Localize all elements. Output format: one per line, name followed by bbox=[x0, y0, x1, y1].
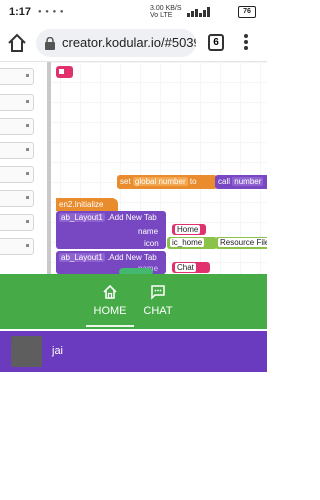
tab-home-label: HOME bbox=[93, 305, 127, 317]
add-tab-method: .Add New Tab bbox=[107, 213, 157, 222]
icon-arg-label: icon bbox=[144, 239, 159, 248]
lock-icon bbox=[45, 37, 55, 50]
call-target: number bbox=[232, 177, 264, 186]
palette-item[interactable] bbox=[0, 166, 34, 183]
tab-home[interactable]: HOME bbox=[86, 274, 134, 329]
browser-toolbar: creator.kodular.io/#5039 6 bbox=[0, 24, 267, 62]
status-bar: 1:17 ● ● ● ● 3.00 KB/S Vo LTE 76 bbox=[0, 0, 267, 24]
tab-bar: HOME CHAT bbox=[0, 274, 267, 329]
tab-chat-label: CHAT bbox=[143, 305, 173, 317]
call-label: call bbox=[218, 177, 231, 186]
blocks-palette bbox=[0, 62, 51, 274]
palette-item[interactable] bbox=[0, 190, 34, 207]
tab-chat[interactable]: CHAT bbox=[136, 274, 180, 329]
initialize-component: en2 bbox=[59, 200, 73, 209]
browser-home-icon[interactable] bbox=[6, 32, 28, 54]
chat-string-block[interactable]: Chat bbox=[172, 262, 210, 273]
list-item-name: jai bbox=[52, 345, 64, 357]
palette-item[interactable] bbox=[0, 118, 34, 135]
chat-string-value[interactable]: Chat bbox=[175, 263, 196, 272]
icon-dropdown-block[interactable]: ic_home bbox=[167, 237, 217, 249]
network-type: Vo LTE bbox=[150, 12, 173, 19]
screen: 1:17 ● ● ● ● 3.00 KB/S Vo LTE 76 creator… bbox=[0, 0, 267, 500]
browser-menu-icon[interactable] bbox=[243, 34, 249, 52]
network-speed-value: 3.00 KB/S bbox=[150, 5, 182, 12]
component-dropdown-2[interactable]: ab_Layout1 bbox=[59, 253, 105, 262]
resource-file-block[interactable]: Resource File bbox=[215, 237, 267, 249]
name-arg-label: name bbox=[138, 227, 159, 236]
initialize-label: .Initialize bbox=[72, 200, 104, 209]
blocks-workspace[interactable]: set global number to call number en2.Ini… bbox=[0, 62, 267, 274]
home-string-block[interactable]: Home bbox=[172, 224, 206, 235]
palette-item[interactable] bbox=[0, 214, 34, 231]
active-tab-indicator bbox=[86, 325, 134, 327]
notification-dots-icon: ● ● ● ● bbox=[38, 9, 65, 15]
to-label: to bbox=[189, 177, 197, 186]
network-speed: 3.00 KB/S Vo LTE bbox=[150, 5, 182, 19]
avatar bbox=[11, 336, 42, 367]
palette-item[interactable] bbox=[0, 68, 34, 85]
palette-item[interactable] bbox=[0, 238, 34, 255]
component-dropdown[interactable]: ab_Layout1 bbox=[59, 213, 105, 222]
icon-value[interactable]: ic_home bbox=[170, 238, 205, 247]
global-var-dropdown[interactable]: global number bbox=[132, 177, 188, 186]
palette-item[interactable] bbox=[0, 94, 34, 111]
small-pink-block[interactable] bbox=[56, 66, 73, 78]
add-new-tab-block[interactable]: ab_Layout1 .Add New Tab name icon bbox=[56, 211, 166, 249]
status-time: 1:17 bbox=[9, 6, 32, 18]
initialize-event-block[interactable]: en2.Initialize bbox=[56, 198, 118, 211]
battery-icon: 76 bbox=[238, 6, 256, 18]
add-tab-method-2: .Add New Tab bbox=[107, 253, 157, 262]
address-bar[interactable]: creator.kodular.io/#5039 bbox=[36, 29, 196, 57]
url-text: creator.kodular.io/#5039 bbox=[62, 35, 196, 50]
set-label: set bbox=[120, 177, 131, 186]
resource-label: Resource File bbox=[218, 238, 267, 247]
signal-icon bbox=[187, 7, 210, 17]
home-icon bbox=[103, 284, 117, 299]
list-item[interactable]: jai bbox=[0, 331, 267, 372]
set-variable-block[interactable]: set global number to bbox=[117, 175, 217, 189]
tab-switcher-button[interactable]: 6 bbox=[208, 34, 224, 51]
palette-item[interactable] bbox=[0, 142, 34, 159]
home-string-value[interactable]: Home bbox=[175, 225, 201, 234]
chat-icon bbox=[151, 285, 165, 300]
call-block[interactable]: call number bbox=[215, 175, 267, 189]
